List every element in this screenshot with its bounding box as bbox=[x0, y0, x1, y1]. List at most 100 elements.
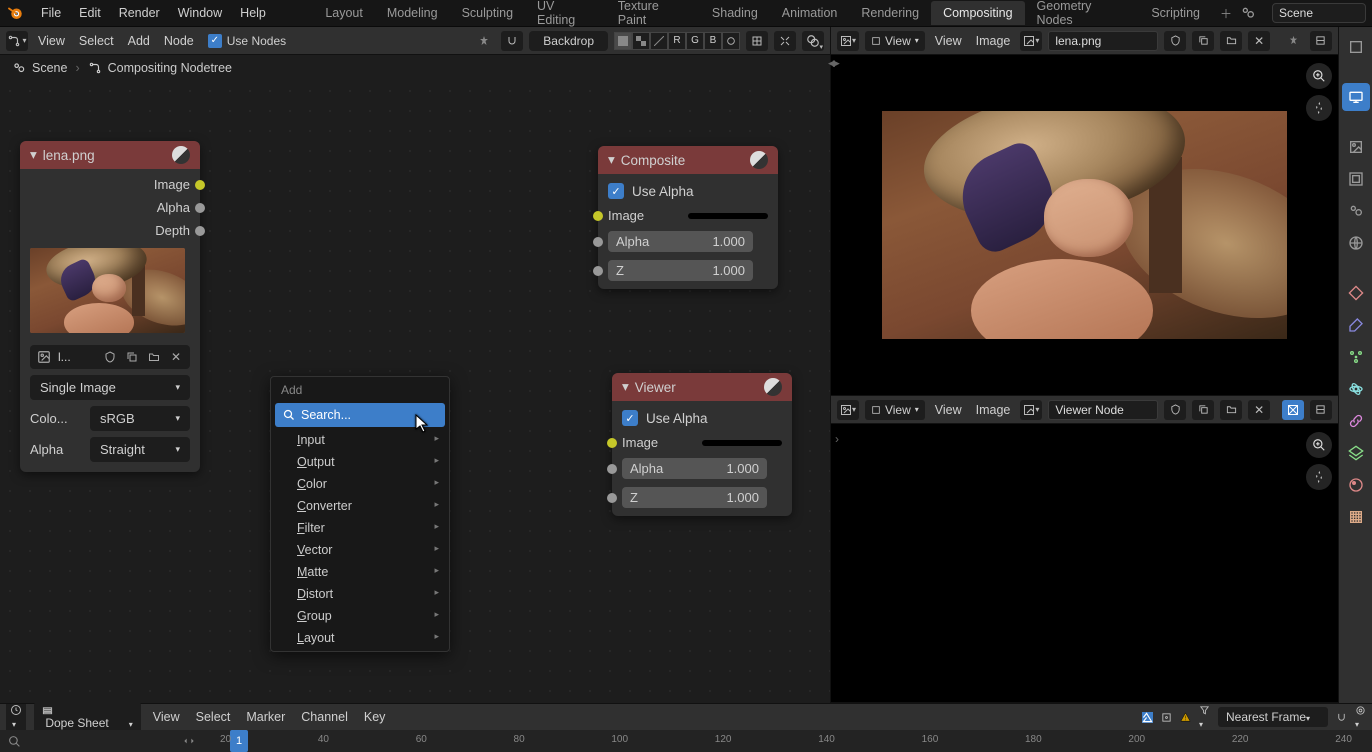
socket-alpha-out[interactable]: Alpha bbox=[20, 196, 200, 219]
composite-use-alpha[interactable]: ✓Use Alpha bbox=[598, 178, 778, 204]
channel-alpha[interactable] bbox=[650, 32, 668, 50]
object-tab-icon[interactable] bbox=[1342, 279, 1370, 307]
slot-icon[interactable] bbox=[1310, 400, 1332, 420]
preview-toggle-icon[interactable] bbox=[750, 151, 768, 169]
preview-toggle-icon[interactable] bbox=[172, 146, 190, 164]
menu-edit[interactable]: Edit bbox=[70, 2, 110, 24]
render-tab-icon[interactable] bbox=[1342, 83, 1370, 111]
breadcrumb-nodetree[interactable]: Compositing Nodetree bbox=[88, 61, 232, 75]
channel-r[interactable]: R bbox=[668, 32, 686, 50]
add-menu-item[interactable]: Converter bbox=[273, 495, 447, 517]
img-header-view[interactable]: View bbox=[931, 34, 966, 48]
range-handle-icon[interactable] bbox=[182, 734, 196, 748]
img-header-view[interactable]: View bbox=[931, 403, 966, 417]
menu-window[interactable]: Window bbox=[169, 2, 231, 24]
sync-mode-select[interactable]: Nearest Frame▾ bbox=[1218, 707, 1328, 727]
editor-type-icon[interactable]: ▾ bbox=[837, 31, 859, 51]
viewer-use-alpha[interactable]: ✓Use Alpha bbox=[612, 405, 792, 431]
add-menu-item[interactable]: Color bbox=[273, 473, 447, 495]
modifier-tab-icon[interactable] bbox=[1342, 311, 1370, 339]
snap-icon[interactable] bbox=[501, 31, 523, 51]
proportional-icon[interactable]: ▾ bbox=[1355, 705, 1366, 730]
search-icon[interactable] bbox=[8, 735, 21, 748]
dope-mode-select[interactable]: Dope Sheet▾ bbox=[34, 702, 141, 733]
unlink-icon[interactable]: ✕ bbox=[1248, 31, 1270, 51]
socket-image-out[interactable]: Image bbox=[20, 173, 200, 196]
folder-icon[interactable] bbox=[1220, 400, 1242, 420]
editor-type-icon[interactable]: ▾ bbox=[6, 31, 28, 51]
zoom-nav-icon[interactable] bbox=[1306, 63, 1332, 89]
snap-icon[interactable] bbox=[1336, 712, 1347, 723]
texture-tab-icon[interactable] bbox=[1342, 503, 1370, 531]
world-tab-icon[interactable] bbox=[1342, 229, 1370, 257]
add-menu-item[interactable]: Distort bbox=[273, 583, 447, 605]
add-menu-item[interactable]: Layout bbox=[273, 627, 447, 649]
header-select[interactable]: Select bbox=[75, 34, 118, 48]
editor-type-icon[interactable]: ▾ bbox=[6, 704, 26, 730]
scene-tab-icon[interactable] bbox=[1342, 197, 1370, 225]
duplicate-icon[interactable] bbox=[1192, 400, 1214, 420]
add-menu-item[interactable]: Group bbox=[273, 605, 447, 627]
node-image[interactable]: ▾ lena.png Image Alpha Depth l... bbox=[20, 141, 200, 472]
add-menu-item[interactable]: Output bbox=[273, 451, 447, 473]
workspace-compositing[interactable]: Compositing bbox=[931, 1, 1024, 25]
particles-tab-icon[interactable] bbox=[1342, 343, 1370, 371]
socket-image-in[interactable]: Image bbox=[612, 431, 792, 454]
header-node[interactable]: Node bbox=[160, 34, 198, 48]
socket-z-in[interactable]: Z1.000 bbox=[598, 256, 778, 285]
folder-icon[interactable] bbox=[1220, 31, 1242, 51]
menu-render[interactable]: Render bbox=[110, 2, 169, 24]
view-mode-dropdown[interactable]: View▾ bbox=[865, 31, 925, 51]
dope-channel[interactable]: Channel bbox=[297, 710, 352, 724]
dope-key[interactable]: Key bbox=[360, 710, 390, 724]
node-viewer[interactable]: ▾ Viewer ✓Use Alpha Image Alpha1.000 Z1.… bbox=[612, 373, 792, 516]
colorspace-select[interactable]: sRGB▾ bbox=[90, 406, 190, 431]
socket-z-in[interactable]: Z1.000 bbox=[612, 483, 792, 512]
dope-select[interactable]: Select bbox=[192, 710, 235, 724]
shield-icon[interactable] bbox=[100, 347, 120, 367]
node-viewer-header[interactable]: ▾ Viewer bbox=[612, 373, 792, 401]
image-source-select[interactable]: Single Image▾ bbox=[30, 375, 190, 400]
selected-only-icon[interactable] bbox=[1142, 712, 1153, 723]
menu-file[interactable]: File bbox=[32, 2, 70, 24]
backdrop-toggle[interactable]: Backdrop bbox=[529, 31, 608, 51]
pan-nav-icon[interactable] bbox=[1306, 464, 1332, 490]
socket-depth-out[interactable]: Depth bbox=[20, 219, 200, 242]
material-tab-icon[interactable] bbox=[1342, 471, 1370, 499]
pan-nav-icon[interactable] bbox=[1306, 95, 1332, 121]
workspace-sculpting[interactable]: Sculpting bbox=[450, 1, 525, 25]
chevron-down-icon[interactable]: ▾ bbox=[608, 152, 615, 168]
shield-icon[interactable] bbox=[1164, 31, 1186, 51]
editor-type-icon[interactable]: ▾ bbox=[837, 400, 859, 420]
chevron-down-icon[interactable]: ▾ bbox=[622, 379, 629, 395]
add-menu-item[interactable]: Filter bbox=[273, 517, 447, 539]
unlink-icon[interactable]: ✕ bbox=[1248, 400, 1270, 420]
breadcrumb-scene[interactable]: Scene bbox=[12, 61, 67, 75]
channel-color[interactable] bbox=[632, 32, 650, 50]
add-menu-item[interactable]: Matte bbox=[273, 561, 447, 583]
header-view[interactable]: View bbox=[34, 34, 69, 48]
chevron-down-icon[interactable]: ▾ bbox=[30, 147, 37, 163]
image-browse-icon[interactable]: ▾ bbox=[1020, 400, 1042, 420]
node-composite-header[interactable]: ▾ Composite bbox=[598, 146, 778, 174]
preview-toggle-icon[interactable] bbox=[764, 378, 782, 396]
image-file-browse[interactable]: l... ✕ bbox=[30, 345, 190, 369]
menu-help[interactable]: Help bbox=[231, 2, 275, 24]
tool-options-icon[interactable] bbox=[1342, 33, 1370, 61]
img-header-image[interactable]: Image bbox=[972, 34, 1015, 48]
workspace-rendering[interactable]: Rendering bbox=[849, 1, 931, 25]
fit-icon[interactable] bbox=[774, 31, 796, 51]
socket-alpha-in[interactable]: Alpha1.000 bbox=[598, 227, 778, 256]
image-browse-icon[interactable]: ▾ bbox=[1020, 31, 1042, 51]
constraints-tab-icon[interactable] bbox=[1342, 407, 1370, 435]
zoom-nav-icon[interactable] bbox=[1306, 432, 1332, 458]
node-image-header[interactable]: ▾ lena.png bbox=[20, 141, 200, 169]
node-composite[interactable]: ▾ Composite ✓Use Alpha Image Alpha1.000 … bbox=[598, 146, 778, 289]
duplicate-icon[interactable] bbox=[1192, 31, 1214, 51]
output-tab-icon[interactable] bbox=[1342, 133, 1370, 161]
scene-selector[interactable] bbox=[1272, 3, 1366, 23]
overlay-icon[interactable]: ▾ bbox=[802, 31, 824, 51]
data-tab-icon[interactable] bbox=[1342, 439, 1370, 467]
physics-tab-icon[interactable] bbox=[1342, 375, 1370, 403]
channel-a[interactable] bbox=[722, 32, 740, 50]
